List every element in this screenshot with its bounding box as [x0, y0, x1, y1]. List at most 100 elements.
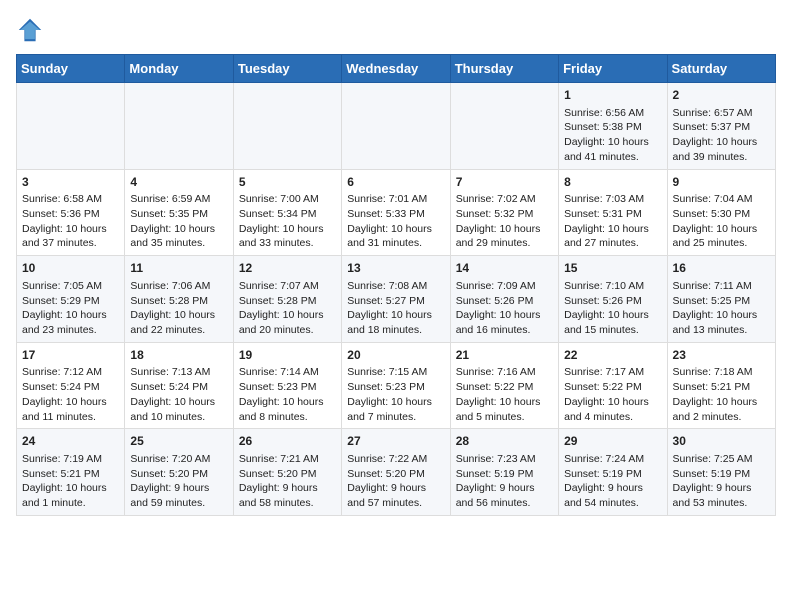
- calendar-cell: 8Sunrise: 7:03 AMSunset: 5:31 PMDaylight…: [559, 169, 667, 256]
- calendar-cell: 29Sunrise: 7:24 AMSunset: 5:19 PMDayligh…: [559, 429, 667, 516]
- calendar-week-5: 24Sunrise: 7:19 AMSunset: 5:21 PMDayligh…: [17, 429, 776, 516]
- day-info: Sunset: 5:35 PM: [130, 207, 227, 222]
- day-info: Sunrise: 7:02 AM: [456, 192, 553, 207]
- day-info: Sunrise: 7:04 AM: [673, 192, 770, 207]
- day-number: 10: [22, 260, 119, 277]
- day-info: Sunrise: 7:14 AM: [239, 365, 336, 380]
- day-info: Sunrise: 7:18 AM: [673, 365, 770, 380]
- calendar-cell: 11Sunrise: 7:06 AMSunset: 5:28 PMDayligh…: [125, 256, 233, 343]
- day-info: Sunset: 5:25 PM: [673, 294, 770, 309]
- calendar-cell: 10 Sunrise: 7:05 AMSunset: 5:29 PMDayligh…: [17, 256, 125, 343]
- day-info: Sunset: 5:20 PM: [239, 467, 336, 482]
- day-number: 13: [347, 260, 444, 277]
- day-info: Sunrise: 6:56 AM: [564, 106, 661, 121]
- day-info: Sunrise: 7:00 AM: [239, 192, 336, 207]
- day-info: Sunrise: 7:19 AM: [22, 452, 119, 467]
- calendar-cell: 15Sunrise: 7:10 AMSunset: 5:26 PMDayligh…: [559, 256, 667, 343]
- day-number: 2: [673, 87, 770, 104]
- calendar-header-wednesday: Wednesday: [342, 55, 450, 83]
- day-info: Sunrise: 7:13 AM: [130, 365, 227, 380]
- day-info: Sunrise: 7:24 AM: [564, 452, 661, 467]
- day-info: Sunrise: 6:58 AM: [22, 192, 119, 207]
- day-info: Sunset: 5:34 PM: [239, 207, 336, 222]
- calendar-cell: 6Sunrise: 7:01 AMSunset: 5:33 PMDaylight…: [342, 169, 450, 256]
- day-number: 16: [673, 260, 770, 277]
- day-info: Sunset: 5:26 PM: [456, 294, 553, 309]
- day-info: Sunrise: 7:11 AM: [673, 279, 770, 294]
- calendar-cell: 9Sunrise: 7:04 AMSunset: 5:30 PMDaylight…: [667, 169, 775, 256]
- day-info: Sunrise: 7:16 AM: [456, 365, 553, 380]
- day-info: Daylight: 10 hours and 5 minutes.: [456, 395, 553, 424]
- day-number: 6: [347, 174, 444, 191]
- calendar-cell: [17, 83, 125, 170]
- day-info: Sunrise: 7:07 AM: [239, 279, 336, 294]
- day-info: Sunset: 5:31 PM: [564, 207, 661, 222]
- calendar-cell: 17Sunrise: 7:12 AMSunset: 5:24 PMDayligh…: [17, 342, 125, 429]
- calendar-cell: 21Sunrise: 7:16 AMSunset: 5:22 PMDayligh…: [450, 342, 558, 429]
- day-info: Daylight: 10 hours and 13 minutes.: [673, 308, 770, 337]
- day-info: Daylight: 10 hours and 27 minutes.: [564, 222, 661, 251]
- calendar-header-saturday: Saturday: [667, 55, 775, 83]
- calendar-body: 1 Sunrise: 6:56 AMSunset: 5:38 PM Daylight…: [17, 83, 776, 516]
- day-number: 1: [564, 87, 661, 104]
- day-info: Sunset: 5:32 PM: [456, 207, 553, 222]
- day-info: Sunset: 5:28 PM: [239, 294, 336, 309]
- day-number: 20: [347, 347, 444, 364]
- day-info: Daylight: 10 hours and 22 minutes.: [130, 308, 227, 337]
- day-info: Sunset: 5:24 PM: [22, 380, 119, 395]
- calendar-cell: 16 Sunrise: 7:11 AMSunset: 5:25 PMDayligh…: [667, 256, 775, 343]
- day-info: Daylight: 10 hours and 15 minutes.: [564, 308, 661, 337]
- calendar-header-row: SundayMondayTuesdayWednesdayThursdayFrid…: [17, 55, 776, 83]
- day-info: Daylight: 10 hours and 31 minutes.: [347, 222, 444, 251]
- day-info: Sunrise: 6:57 AM: [673, 106, 770, 121]
- day-number: 17: [22, 347, 119, 364]
- day-info: Sunrise: 7:05 AM: [22, 279, 119, 294]
- day-info: Sunrise: 7:25 AM: [673, 452, 770, 467]
- day-number: 19: [239, 347, 336, 364]
- day-number: 11: [130, 260, 227, 277]
- day-info: Daylight: 10 hours and 39 minutes.: [673, 135, 770, 164]
- page-header: [16, 16, 776, 44]
- calendar-cell: 12Sunrise: 7:07 AMSunset: 5:28 PMDayligh…: [233, 256, 341, 343]
- calendar-header-tuesday: Tuesday: [233, 55, 341, 83]
- day-info: Sunrise: 7:22 AM: [347, 452, 444, 467]
- day-info: Daylight: 10 hours and 25 minutes.: [673, 222, 770, 251]
- calendar-cell: 4Sunrise: 6:59 AMSunset: 5:35 PMDaylight…: [125, 169, 233, 256]
- calendar-cell: [125, 83, 233, 170]
- logo: [16, 16, 48, 44]
- day-info: Daylight: 10 hours and 37 minutes.: [22, 222, 119, 251]
- calendar-table: SundayMondayTuesdayWednesdayThursdayFrid…: [16, 54, 776, 516]
- day-number: 14: [456, 260, 553, 277]
- calendar-header-monday: Monday: [125, 55, 233, 83]
- day-info: Daylight: 10 hours and 23 minutes.: [22, 308, 119, 337]
- calendar-header-sunday: Sunday: [17, 55, 125, 83]
- day-info: Sunset: 5:36 PM: [22, 207, 119, 222]
- day-info: Sunset: 5:29 PM: [22, 294, 119, 309]
- day-info: Sunset: 5:23 PM: [347, 380, 444, 395]
- day-number: 21: [456, 347, 553, 364]
- day-info: Sunset: 5:28 PM: [130, 294, 227, 309]
- calendar-cell: 18Sunrise: 7:13 AMSunset: 5:24 PMDayligh…: [125, 342, 233, 429]
- calendar-cell: 14Sunrise: 7:09 AMSunset: 5:26 PMDayligh…: [450, 256, 558, 343]
- calendar-cell: 22Sunrise: 7:17 AMSunset: 5:22 PMDayligh…: [559, 342, 667, 429]
- calendar-cell: 19Sunrise: 7:14 AMSunset: 5:23 PMDayligh…: [233, 342, 341, 429]
- day-info: Daylight: 10 hours and 8 minutes.: [239, 395, 336, 424]
- day-info: Sunset: 5:38 PM: [564, 120, 661, 135]
- calendar-header-friday: Friday: [559, 55, 667, 83]
- day-info: Daylight: 10 hours and 10 minutes.: [130, 395, 227, 424]
- day-number: 22: [564, 347, 661, 364]
- day-info: Sunset: 5:19 PM: [456, 467, 553, 482]
- day-number: 18: [130, 347, 227, 364]
- calendar-cell: 5Sunrise: 7:00 AMSunset: 5:34 PMDaylight…: [233, 169, 341, 256]
- day-info: Sunset: 5:33 PM: [347, 207, 444, 222]
- day-info: Daylight: 10 hours and 16 minutes.: [456, 308, 553, 337]
- day-info: Daylight: 10 hours and 29 minutes.: [456, 222, 553, 251]
- day-number: 28: [456, 433, 553, 450]
- calendar-cell: 25Sunrise: 7:20 AMSunset: 5:20 PMDayligh…: [125, 429, 233, 516]
- calendar-cell: 1Sunrise: 6:56 AMSunset: 5:38 PMDaylight…: [559, 83, 667, 170]
- calendar-week-4: 17Sunrise: 7:12 AMSunset: 5:24 PMDayligh…: [17, 342, 776, 429]
- logo-icon: [16, 16, 44, 44]
- calendar-cell: 7Sunrise: 7:02 AMSunset: 5:32 PMDaylight…: [450, 169, 558, 256]
- calendar-cell: [342, 83, 450, 170]
- day-info: Daylight: 10 hours and 11 minutes.: [22, 395, 119, 424]
